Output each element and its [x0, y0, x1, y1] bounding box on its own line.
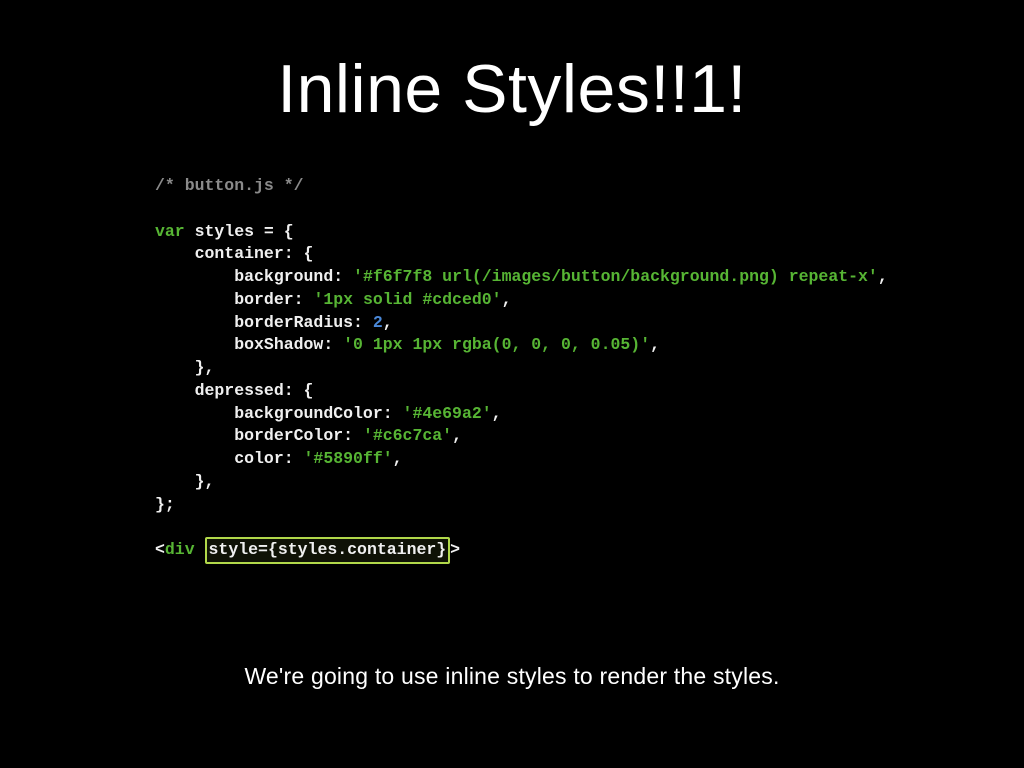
code-text: boxShadow: [155, 335, 343, 354]
code-string: '1px solid #cdced0' [313, 290, 501, 309]
code-text: color: [155, 449, 304, 468]
code-text: , [452, 426, 462, 445]
slide: Inline Styles!!1! /* button.js */ var st… [0, 0, 1024, 768]
code-text: border: [155, 290, 313, 309]
code-text: < [155, 540, 165, 559]
code-text: , [383, 313, 393, 332]
code-keyword-var: var [155, 222, 185, 241]
code-text: backgroundColor: [155, 404, 403, 423]
code-string: '#5890ff' [304, 449, 393, 468]
code-text: , [650, 335, 660, 354]
code-text: container: { [155, 244, 313, 263]
highlighted-attribute: style={styles.container} [205, 537, 451, 564]
code-text: , [502, 290, 512, 309]
code-text: , [878, 267, 888, 286]
code-text: > [450, 540, 460, 559]
code-string: '0 1px 1px rgba(0, 0, 0, 0.05)' [343, 335, 650, 354]
code-string: '#c6c7ca' [363, 426, 452, 445]
code-text [195, 540, 205, 559]
code-text: borderColor: [155, 426, 363, 445]
code-text: depressed: { [155, 381, 313, 400]
code-text: }; [155, 495, 175, 514]
code-text: background: [155, 267, 353, 286]
code-text: , [393, 449, 403, 468]
slide-title: Inline Styles!!1! [0, 50, 1024, 128]
code-number: 2 [373, 313, 383, 332]
code-jsx-tag: div [165, 540, 195, 559]
code-jsx-attr: style={styles.container} [209, 540, 447, 559]
code-text: }, [155, 358, 214, 377]
code-block: /* button.js */ var styles = { container… [155, 175, 875, 562]
code-comment: /* button.js */ [155, 176, 304, 195]
code-text: }, [155, 472, 214, 491]
code-string: '#f6f7f8 url(/images/button/background.p… [353, 267, 878, 286]
code-text: styles = { [185, 222, 294, 241]
code-string: '#4e69a2' [403, 404, 492, 423]
code-text: borderRadius: [155, 313, 373, 332]
slide-caption: We're going to use inline styles to rend… [0, 663, 1024, 690]
code-text: , [492, 404, 502, 423]
